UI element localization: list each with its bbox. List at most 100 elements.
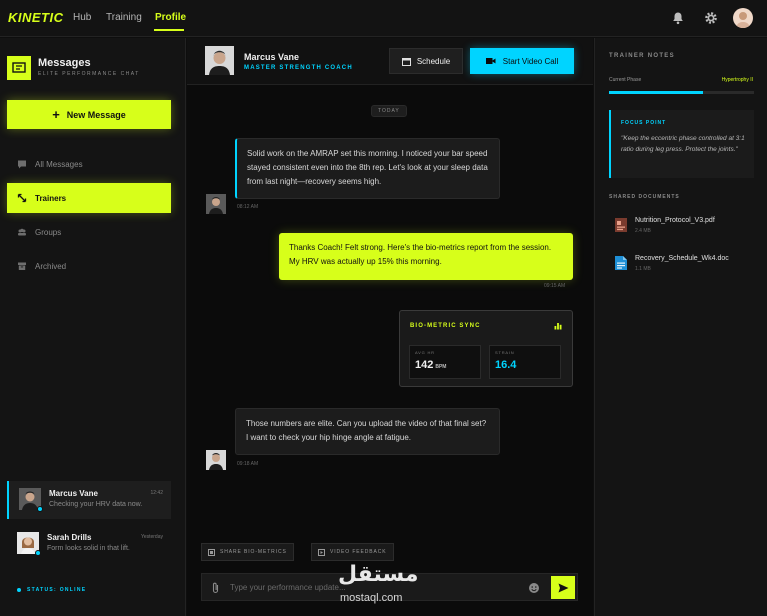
gear-icon[interactable] — [703, 10, 719, 26]
video-camera-icon — [485, 58, 496, 64]
new-message-button[interactable]: + New Message — [7, 100, 171, 129]
kinetic-logo[interactable]: KINETIC — [8, 10, 64, 25]
strain-metric: STRAIN 16.4 — [489, 345, 561, 379]
sidebar-item-label: Trainers — [35, 193, 67, 203]
message-text: Solid work on the AMRAP set this morning… — [247, 149, 488, 186]
conversation-preview: Checking your HRV data now. — [49, 501, 143, 508]
nav-hub[interactable]: Hub — [73, 12, 91, 23]
metric-value: 142 BPM — [415, 359, 446, 371]
conversation-time: 12:42 — [150, 490, 163, 496]
top-navigation-bar: KINETIC Hub Training Profile — [0, 0, 767, 37]
avg-hr-value: 142 — [415, 359, 434, 371]
send-button[interactable] — [551, 576, 575, 599]
message-time: 09:18 AM — [237, 461, 259, 467]
start-video-call-label: Start Video Call — [502, 56, 559, 66]
mostaql-watermark: مستقل mostaql.com — [336, 562, 436, 610]
sidebar-item-label: Groups — [35, 227, 62, 237]
metric-unit: BPM — [435, 364, 447, 370]
messages-logo-icon — [7, 56, 31, 80]
message-time: 09:15 AM — [544, 283, 566, 289]
shared-documents-title: SHARED DOCUMENTS — [609, 194, 680, 200]
messages-sidebar: Messages ELITE PERFORMANCE CHAT + New Me… — [0, 38, 186, 616]
message-text: Thanks Coach! Felt strong. Here's the bi… — [289, 243, 552, 266]
conversation-name: Sarah Drills — [47, 533, 92, 542]
metric-label: AVG HR — [415, 350, 435, 355]
share-bio-metrics-button[interactable]: SHARE BIO-METRICS — [201, 543, 294, 561]
trainer-notes-title: TRAINER NOTES — [609, 53, 675, 59]
sidebar-item-archived[interactable]: Archived — [7, 251, 171, 281]
trainer-notes-panel: TRAINER NOTES Current Phase Hypertrophy … — [594, 38, 767, 616]
archive-icon — [18, 262, 26, 270]
schedule-label: Schedule — [416, 56, 451, 66]
video-file-icon — [318, 548, 325, 556]
focus-point-card: FOCUS POINT "Keep the eccentric phase co… — [609, 110, 754, 178]
share-bio-metrics-label: SHARE BIO-METRICS — [220, 549, 287, 555]
user-message-bubble: Thanks Coach! Felt strong. Here's the bi… — [279, 233, 573, 280]
user-avatar[interactable] — [733, 8, 753, 28]
bar-chart-icon — [554, 323, 562, 330]
sidebar-item-groups[interactable]: Groups — [7, 217, 171, 247]
watermark-latin: mostaql.com — [340, 592, 403, 604]
sidebar-item-all-messages[interactable]: All Messages — [7, 149, 171, 179]
coach-message-avatar — [206, 194, 226, 214]
start-video-call-button[interactable]: Start Video Call — [470, 48, 574, 74]
video-feedback-button[interactable]: VIDEO FEEDBACK — [311, 543, 394, 561]
video-feedback-label: VIDEO FEEDBACK — [330, 549, 387, 555]
status-label: STATUS: ONLINE — [27, 587, 87, 593]
nav-profile[interactable]: Profile — [155, 12, 186, 23]
new-message-label: New Message — [66, 109, 126, 120]
conversation-item[interactable]: Marcus Vane 12:42 Checking your HRV data… — [7, 481, 171, 519]
share-icon — [208, 548, 215, 556]
pdf-file-icon — [615, 218, 627, 232]
phase-progress-bar — [609, 91, 754, 94]
document-size: 1.1 MB — [635, 266, 651, 272]
document-item[interactable]: Nutrition_Protocol_V3.pdf 2.4 MB — [613, 216, 763, 240]
message-time: 08:12 AM — [237, 204, 259, 210]
groups-icon — [18, 228, 26, 236]
sidebar-subtitle: ELITE PERFORMANCE CHAT — [38, 71, 140, 77]
nav-active-indicator — [154, 29, 184, 31]
metric-label: STRAIN — [495, 350, 515, 355]
status-indicator: STATUS: ONLINE — [17, 587, 86, 593]
status-dot — [17, 588, 21, 592]
bio-metric-card[interactable]: BIO-METRIC SYNC AVG HR 142 BPM STRAIN 16.… — [399, 310, 573, 387]
document-name: Recovery_Schedule_Wk4.doc — [635, 255, 729, 262]
phase-label: Current Phase — [609, 77, 642, 83]
strain-value: 16.4 — [495, 359, 517, 371]
arrows-diagonal-icon — [17, 193, 27, 203]
phase-value: Hypertrophy II — [721, 77, 753, 83]
doc-file-icon — [615, 256, 627, 270]
avg-hr-metric: AVG HR 142 BPM — [409, 345, 481, 379]
coach-message-bubble: Those numbers are elite. Can you upload … — [235, 408, 500, 455]
coach-message-bubble: Solid work on the AMRAP set this morning… — [235, 138, 500, 199]
bell-icon[interactable] — [670, 10, 686, 26]
sidebar-title: Messages — [38, 57, 91, 69]
calendar-icon — [401, 57, 411, 66]
bio-metric-title: BIO-METRIC SYNC — [410, 323, 481, 329]
document-item[interactable]: Recovery_Schedule_Wk4.doc 1.1 MB — [613, 254, 763, 278]
coach-message-avatar — [206, 450, 226, 470]
nav-training[interactable]: Training — [106, 12, 142, 23]
focus-point-quote: "Keep the eccentric phase controlled at … — [621, 135, 745, 153]
online-indicator — [35, 550, 41, 556]
plus-icon: + — [52, 107, 60, 122]
paperclip-icon[interactable] — [211, 582, 220, 594]
chat-icon — [18, 160, 26, 169]
send-icon — [558, 583, 568, 592]
phase-progress-fill — [609, 91, 704, 94]
sidebar-item-trainers[interactable]: Trainers — [7, 183, 171, 213]
coach-name: Marcus Vane — [244, 52, 300, 62]
sidebar-item-label: All Messages — [35, 159, 83, 169]
schedule-button[interactable]: Schedule — [389, 48, 463, 74]
emoji-icon[interactable] — [528, 582, 540, 594]
online-indicator — [37, 506, 43, 512]
conversation-time: Yesterday — [140, 534, 163, 540]
day-divider: TODAY — [371, 105, 407, 117]
watermark-arabic: مستقل — [338, 562, 419, 587]
conversation-name: Marcus Vane — [49, 489, 98, 498]
focus-point-label: FOCUS POINT — [621, 120, 667, 126]
document-size: 2.4 MB — [635, 228, 651, 234]
message-text: Those numbers are elite. Can you upload … — [246, 419, 487, 442]
conversation-item[interactable]: Sarah Drills Yesterday Form looks solid … — [7, 525, 171, 563]
document-name: Nutrition_Protocol_V3.pdf — [635, 217, 715, 224]
